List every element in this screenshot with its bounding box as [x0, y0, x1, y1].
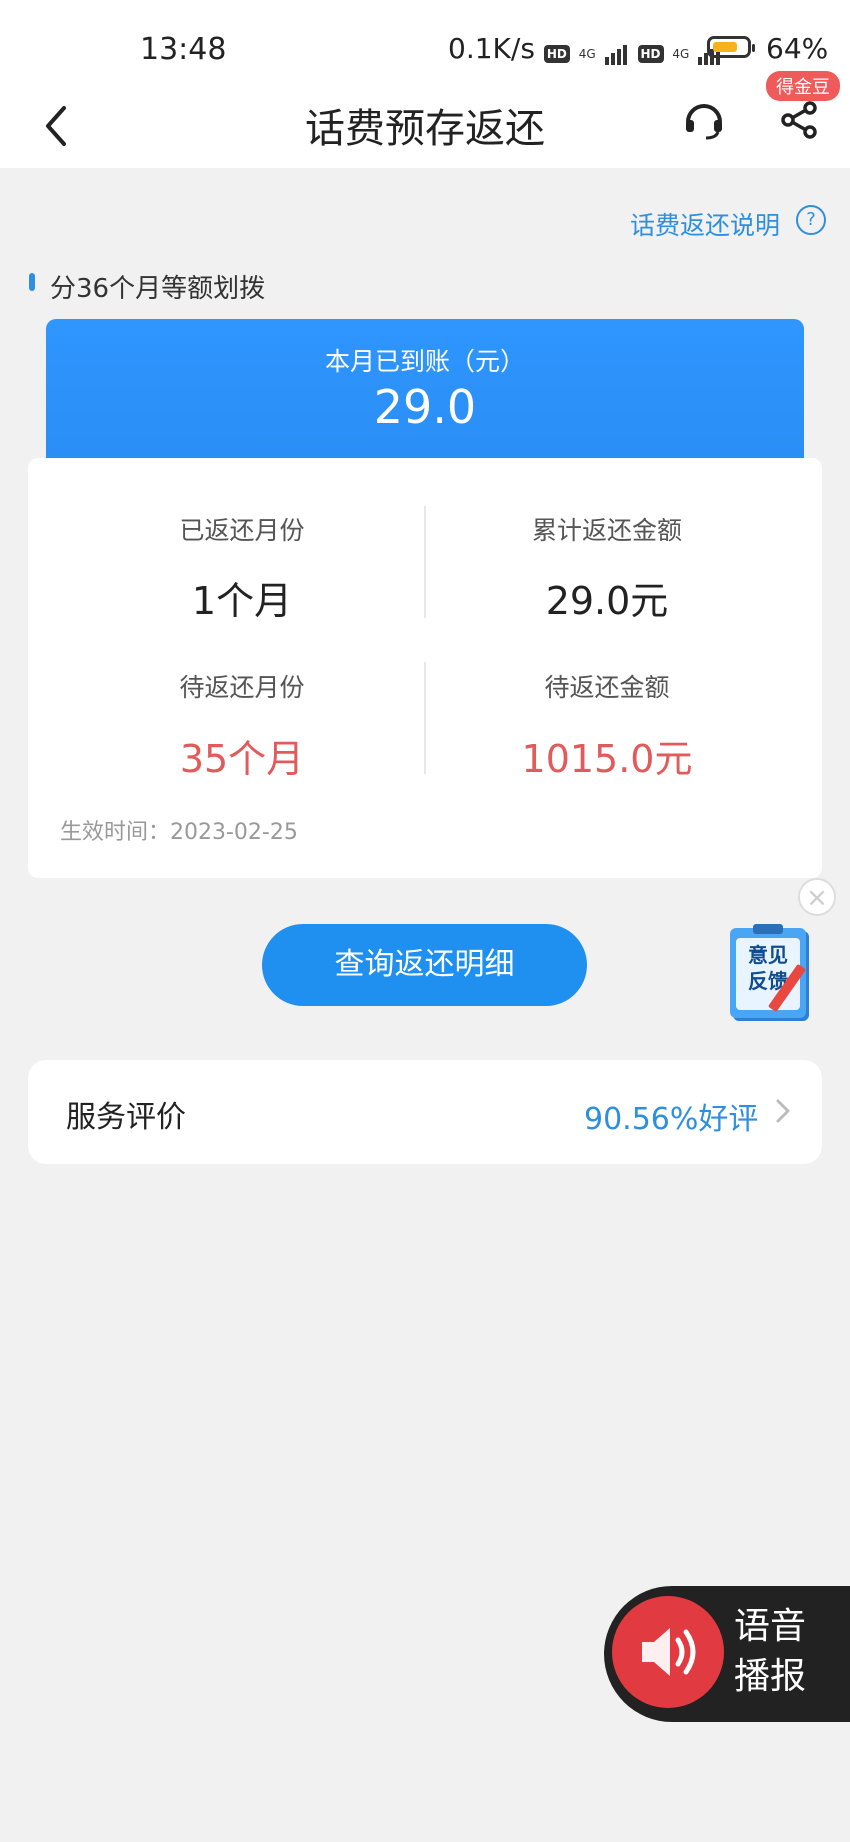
network-speed: 0.1K/s	[448, 32, 535, 65]
feedback-line1: 意见	[748, 943, 788, 967]
service-rating-label: 服务评价	[66, 1100, 186, 1135]
speaker-icon	[642, 1628, 696, 1676]
chevron-right-icon[interactable]	[772, 1096, 794, 1126]
battery-percent: 64%	[766, 32, 829, 65]
hd-badge: HD	[543, 45, 570, 63]
current-month-label: 本月已到账（元）	[324, 347, 525, 376]
voice-speaker-button[interactable]	[612, 1596, 724, 1708]
voice-broadcast-label[interactable]: 语音 播报	[734, 1602, 806, 1702]
customer-service-icon[interactable]	[682, 98, 726, 142]
explain-link[interactable]: 话费返还说明	[630, 206, 780, 242]
query-details-button[interactable]: 查询返还明细	[262, 924, 587, 1006]
current-month-value: 29.0	[373, 380, 477, 434]
pending-amount-value: 1015.0元	[521, 737, 693, 781]
voice-line1: 语音	[734, 1606, 807, 1647]
clip-icon	[753, 924, 783, 934]
hd-badge-2: HD	[637, 45, 664, 63]
returned-months-label: 已返还月份	[179, 516, 305, 545]
battery-icon	[707, 36, 755, 58]
pending-amount-label: 待返还金额	[544, 673, 670, 702]
status-network: 0.1K/s HD 4G HD 4G	[448, 32, 722, 65]
stats-divider	[424, 506, 426, 618]
section-marker	[29, 273, 35, 291]
share-icon[interactable]	[780, 100, 820, 140]
signal-icon	[604, 32, 629, 65]
pending-months-value: 35个月	[179, 737, 305, 781]
status-time: 13:48	[140, 32, 227, 67]
total-returned-value: 29.0元	[545, 579, 669, 623]
network-type: 4G	[578, 47, 596, 61]
returned-months-value: 1个月	[191, 579, 293, 623]
reward-badge[interactable]: 得金豆	[766, 71, 840, 101]
help-icon[interactable]: ?	[796, 205, 826, 235]
effective-date: 生效时间：2023-02-25	[60, 820, 298, 845]
stats-divider	[424, 662, 426, 774]
pending-months-label: 待返还月份	[179, 673, 305, 702]
close-feedback-button[interactable]: ×	[798, 878, 836, 916]
voice-line2: 播报	[734, 1656, 807, 1697]
total-returned-label: 累计返还金额	[531, 516, 682, 545]
section-label: 分36个月等额划拨	[50, 274, 266, 304]
service-rating-value[interactable]: 90.56%好评	[584, 1094, 758, 1138]
network-type-2: 4G	[672, 47, 690, 61]
